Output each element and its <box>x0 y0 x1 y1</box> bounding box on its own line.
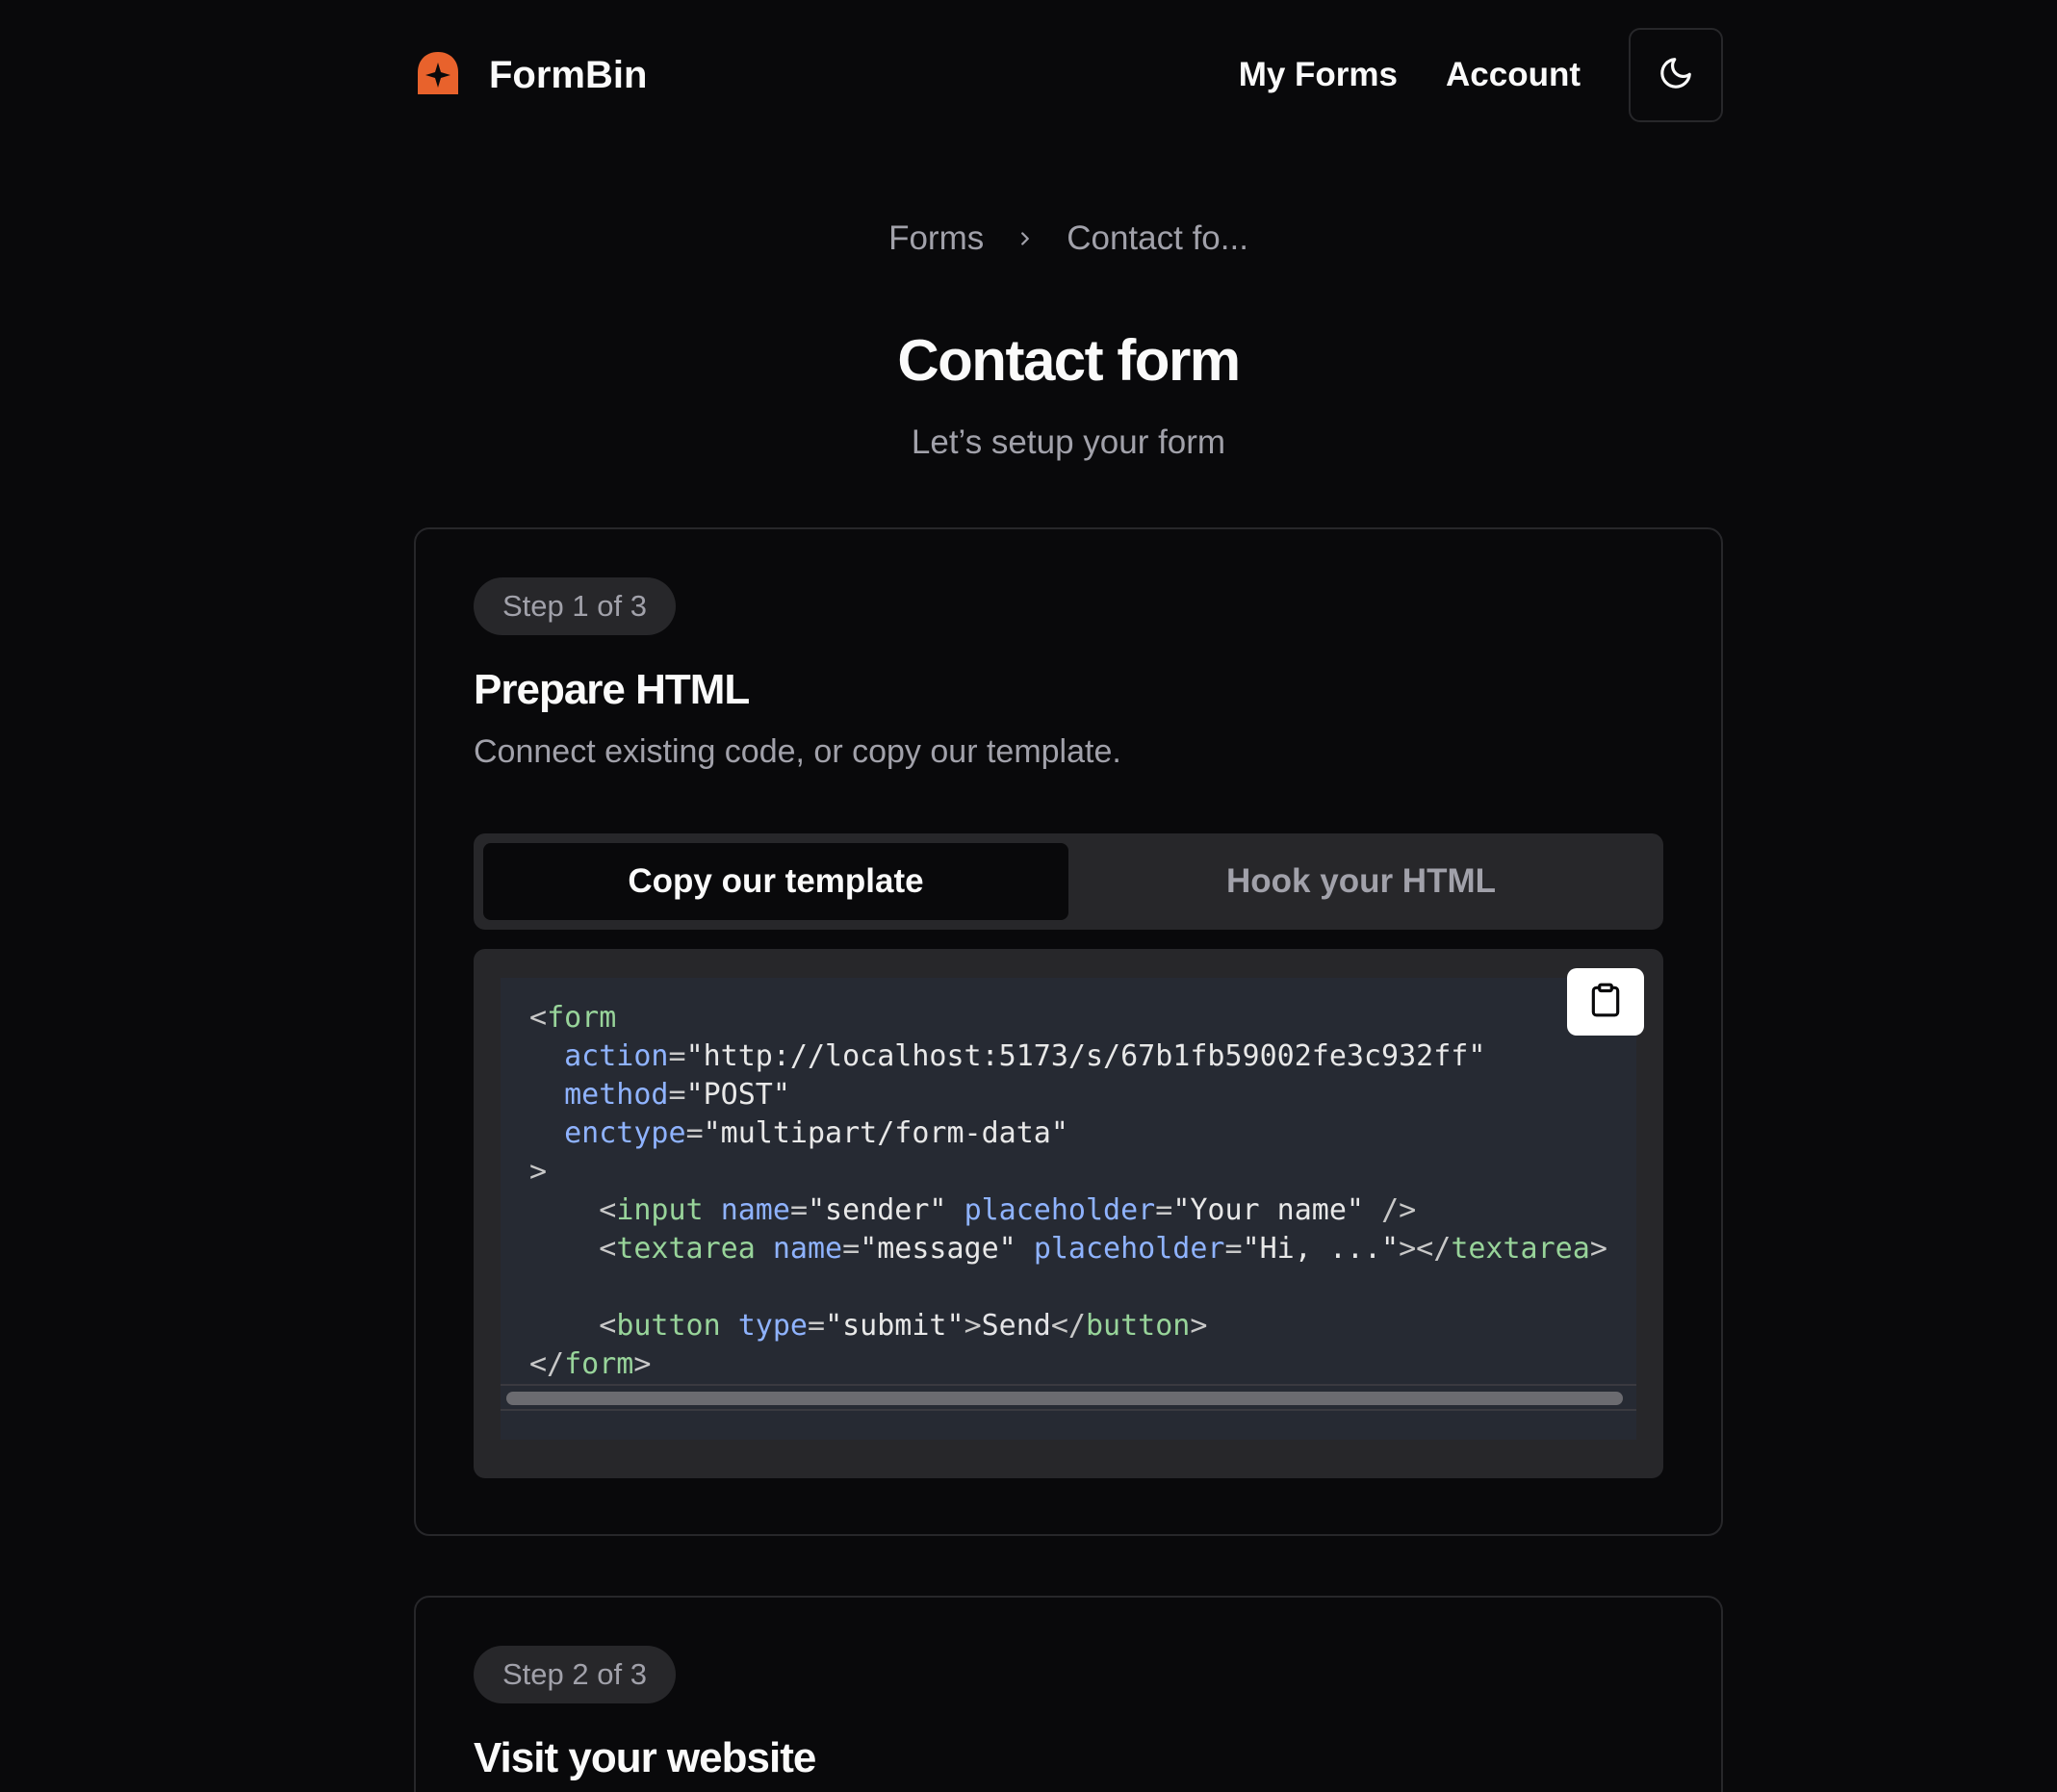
step-card-1: Step 1 of 3 Prepare HTML Connect existin… <box>414 527 1723 1536</box>
nav-account[interactable]: Account <box>1446 56 1581 94</box>
code-content: <form action="http://localhost:5173/s/67… <box>529 1001 1607 1381</box>
code-block: <form action="http://localhost:5173/s/67… <box>474 949 1663 1478</box>
top-nav: FormBin My Forms Account <box>414 27 1723 123</box>
step-card-2: Step 2 of 3 Visit your website <box>414 1596 1723 1792</box>
formbin-logo-icon <box>414 49 462 102</box>
clipboard-icon <box>1587 982 1624 1023</box>
breadcrumb-forms[interactable]: Forms <box>888 219 984 258</box>
scrollbar-thumb[interactable] <box>506 1392 1623 1405</box>
breadcrumb-current: Contact fo... <box>1067 219 1248 257</box>
brand[interactable]: FormBin <box>414 49 647 102</box>
brand-name: FormBin <box>489 53 648 96</box>
step-badge: Step 2 of 3 <box>474 1646 676 1703</box>
step-badge: Step 1 of 3 <box>474 577 676 635</box>
step-description: Connect existing code, or copy our templ… <box>474 733 1121 770</box>
step-title: Visit your website <box>474 1734 816 1781</box>
moon-icon <box>1658 55 1694 96</box>
template-tabs: Copy our template Hook your HTML <box>474 833 1663 930</box>
tab-hook-html[interactable]: Hook your HTML <box>1068 843 1654 920</box>
page: FormBin My Forms Account Forms Contact f… <box>0 0 2057 1792</box>
code-viewport: <form action="http://localhost:5173/s/67… <box>501 978 1636 1440</box>
theme-toggle-button[interactable] <box>1629 28 1723 122</box>
page-title: Contact form <box>897 328 1241 393</box>
chevron-right-icon <box>1015 228 1036 249</box>
nav-links: My Forms Account <box>1239 28 1723 122</box>
nav-my-forms[interactable]: My Forms <box>1239 56 1398 94</box>
breadcrumb: Forms Contact fo... <box>414 219 1723 258</box>
page-subtitle: Let’s setup your form <box>911 423 1226 461</box>
step-title: Prepare HTML <box>474 666 750 713</box>
tab-copy-template[interactable]: Copy our template <box>483 843 1068 920</box>
horizontal-scrollbar[interactable] <box>501 1384 1636 1411</box>
copy-code-button[interactable] <box>1567 968 1644 1036</box>
